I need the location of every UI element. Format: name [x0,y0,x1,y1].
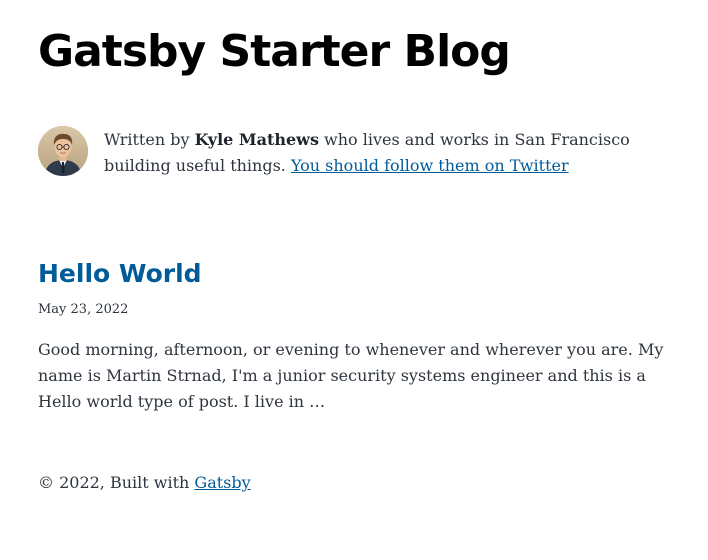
post-date: May 23, 2022 [38,302,129,317]
gatsby-link[interactable]: Gatsby [194,473,250,492]
author-name: Kyle Mathews [194,130,319,149]
bio-text: Written by Kyle Mathews who lives and wo… [104,127,680,179]
footer-text: © 2022, Built with [38,473,195,492]
author-bio: Written by Kyle Mathews who lives and wo… [38,126,678,180]
bio-prefix: Written by [104,130,195,149]
post-excerpt: Good morning, afternoon, or evening to w… [38,340,664,411]
author-avatar [38,126,88,176]
post-list-item: Hello World May 23, 2022 Good morning, a… [38,256,678,411]
avatar-photo-icon [38,126,88,176]
post-title-link[interactable]: Hello World [38,256,678,292]
site-title[interactable]: Gatsby Starter Blog [38,26,511,78]
twitter-follow-link[interactable]: You should follow them on Twitter [291,156,569,175]
site-footer: © 2022, Built with Gatsby [38,470,251,496]
